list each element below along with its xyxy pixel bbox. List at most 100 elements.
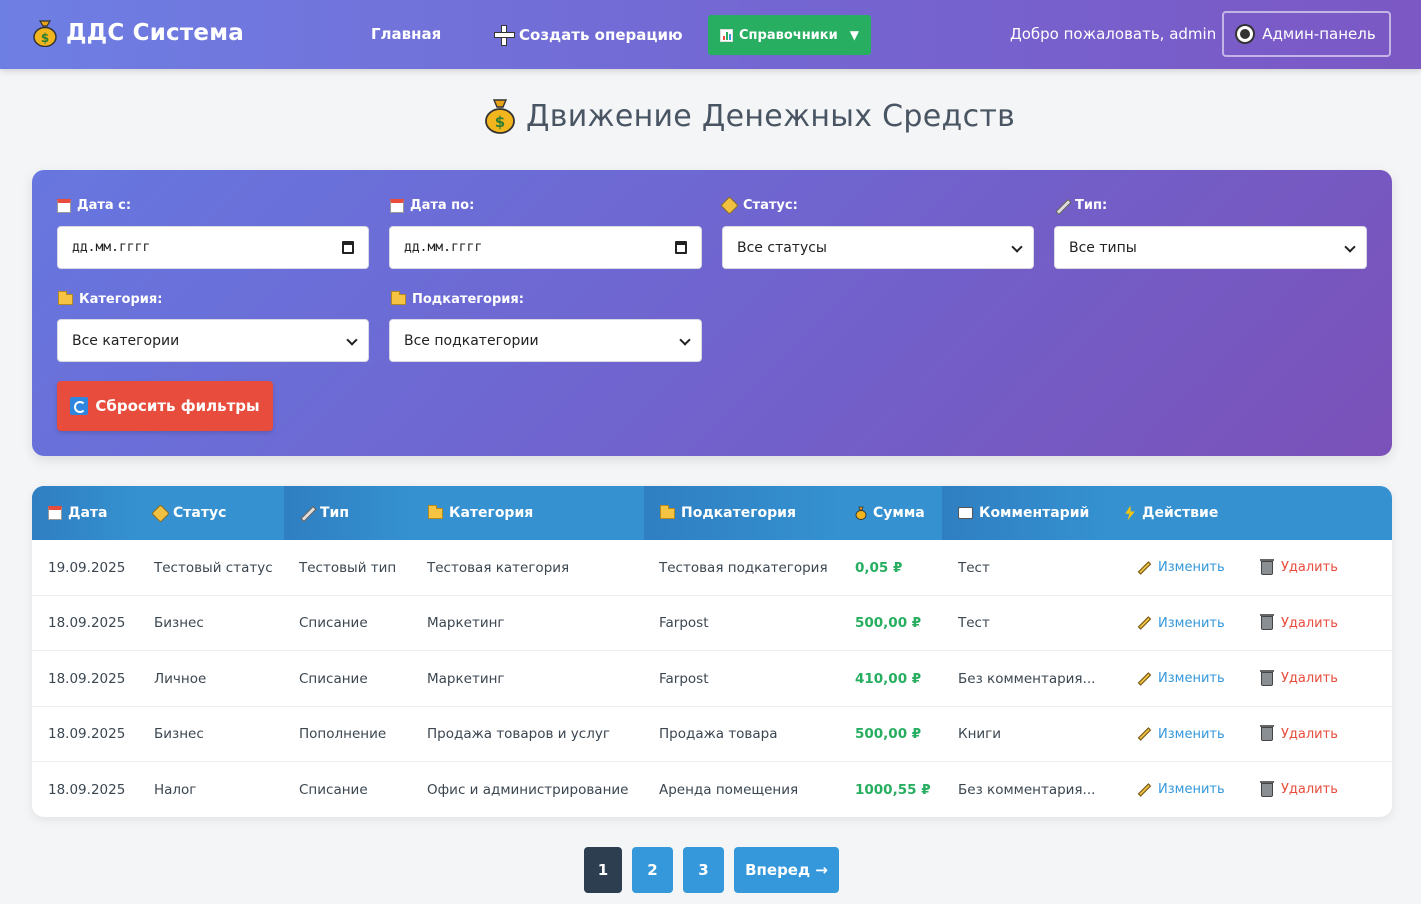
edit-button[interactable]: Изменить [1137, 540, 1225, 595]
next-page-button[interactable]: Вперед → [734, 847, 839, 893]
page-1-button[interactable]: 1 [584, 847, 622, 893]
folder-icon [660, 504, 675, 519]
brand[interactable]: $ ДДС Система [32, 19, 244, 47]
trash-icon [1260, 558, 1274, 575]
cell-subcategory: Farpost [659, 670, 709, 687]
wrench-icon [1055, 199, 1069, 213]
header-amount[interactable]: Сумма [839, 486, 942, 540]
cell-comment: Книги [958, 726, 1002, 742]
header-subcategory[interactable]: Подкатегория [644, 486, 839, 540]
header-date[interactable]: Дата [32, 486, 138, 540]
chevron-down-icon [1344, 241, 1356, 253]
nav-create-label: Создать операцию [519, 25, 683, 44]
delete-label: Удалить [1281, 560, 1338, 575]
edit-button[interactable]: Изменить [1137, 596, 1225, 651]
date-to-label: Дата по: [390, 198, 474, 213]
caret-down-icon: ▼ [849, 28, 859, 42]
svg-text:$: $ [495, 113, 505, 131]
edit-button[interactable]: Изменить [1137, 651, 1225, 706]
date-to-input[interactable]: дд.мм.гггг [389, 226, 702, 269]
admin-panel-button[interactable]: Админ-панель [1222, 11, 1391, 57]
calendar-icon [48, 506, 62, 520]
page-title-text: Движение Денежных Средств [526, 98, 1016, 134]
references-dropdown-button[interactable]: Справочники ▼ [708, 15, 871, 55]
pencil-icon [1137, 560, 1152, 575]
lightning-icon [1125, 505, 1135, 521]
money-bag-icon: $ [33, 20, 57, 47]
date-from-input[interactable]: дд.мм.гггг [57, 226, 369, 269]
calendar-picker-icon[interactable] [675, 241, 687, 254]
date-from-placeholder: дд.мм.гггг [72, 240, 151, 255]
delete-label: Удалить [1281, 726, 1338, 742]
pencil-icon [1137, 616, 1152, 630]
page-2-button[interactable]: 2 [632, 847, 673, 893]
money-bag-icon: $ [485, 99, 515, 134]
cell-type: Списание [299, 615, 368, 631]
references-label: Справочники [739, 27, 838, 43]
table-row: 18.09.2025 Бизнес Пополнение Продажа товаро… [32, 707, 1392, 762]
cell-amount: 500,00 ₽ [855, 615, 922, 631]
plus-icon [494, 25, 515, 46]
cell-date: 18.09.2025 [48, 726, 126, 742]
nav-create-operation[interactable]: Создать операцию [494, 25, 683, 46]
edit-label: Изменить [1158, 615, 1225, 631]
header-comment[interactable]: Комментарий [942, 486, 1108, 540]
folder-icon [58, 291, 73, 305]
type-label-text: Тип: [1075, 198, 1108, 213]
folder-icon [428, 504, 443, 519]
chevron-down-icon [1011, 241, 1023, 253]
header-category[interactable]: Категория [412, 486, 644, 540]
page-3-button[interactable]: 3 [683, 847, 724, 893]
date-to-placeholder: дд.мм.гггг [404, 240, 483, 255]
header-status[interactable]: Статус [138, 486, 284, 540]
trash-icon [1260, 725, 1274, 741]
welcome-text: Добро пожаловать, admin [1010, 25, 1217, 43]
cell-comment: Без комментария... [958, 670, 1096, 687]
header-date-label: Дата [68, 505, 108, 521]
delete-button[interactable]: Удалить [1260, 707, 1338, 762]
cell-type: Тестовый тип [299, 559, 397, 576]
cell-type: Пополнение [299, 726, 387, 742]
cell-category: Маркетинг [427, 615, 505, 631]
money-bag-icon [855, 506, 867, 520]
type-select-value: Все типы [1069, 239, 1137, 256]
calendar-picker-icon[interactable] [342, 241, 354, 254]
cell-type: Списание [299, 670, 368, 687]
header-amount-label: Сумма [873, 505, 925, 521]
status-select-value: Все статусы [737, 239, 827, 256]
delete-button[interactable]: Удалить [1260, 651, 1338, 706]
table-row: 18.09.2025 Бизнес Списание Маркетинг Farpost… [32, 596, 1392, 651]
cell-category: Тестовая категория [427, 559, 570, 576]
reset-filters-button[interactable]: Сбросить фильтры [57, 381, 273, 431]
pencil-icon [1137, 727, 1152, 741]
status-select[interactable]: Все статусы [722, 226, 1034, 269]
tag-icon [151, 503, 170, 523]
bar-chart-icon [720, 28, 734, 42]
cell-subcategory: Тестовая подкатегория [659, 559, 828, 576]
trash-icon [1260, 780, 1274, 797]
category-select[interactable]: Все категории [57, 319, 369, 362]
header-status-label: Статус [173, 505, 227, 521]
cell-date: 18.09.2025 [48, 670, 126, 687]
edit-label: Изменить [1158, 782, 1225, 797]
header-comment-label: Комментарий [979, 505, 1090, 521]
edit-button[interactable]: Изменить [1137, 762, 1225, 817]
brand-name: ДДС Система [66, 20, 244, 46]
type-select[interactable]: Все типы [1054, 226, 1367, 269]
edit-button[interactable]: Изменить [1137, 707, 1225, 762]
cell-date: 18.09.2025 [48, 615, 126, 631]
tag-icon [720, 196, 739, 215]
type-label: Тип: [1055, 198, 1107, 213]
cell-status: Налог [154, 781, 197, 798]
delete-button[interactable]: Удалить [1260, 596, 1338, 651]
header-type[interactable]: Тип [284, 486, 412, 540]
date-to-label-text: Дата по: [410, 198, 475, 213]
delete-button[interactable]: Удалить [1260, 762, 1338, 817]
subcategory-select[interactable]: Все подкатегории [389, 319, 702, 362]
nav-home[interactable]: Главная [371, 25, 441, 43]
delete-button[interactable]: Удалить [1260, 540, 1338, 595]
cell-type: Списание [299, 781, 368, 798]
cell-subcategory: Аренда помещения [659, 781, 799, 798]
cell-status: Тестовый статус [154, 559, 273, 576]
cell-comment: Тест [958, 559, 990, 576]
